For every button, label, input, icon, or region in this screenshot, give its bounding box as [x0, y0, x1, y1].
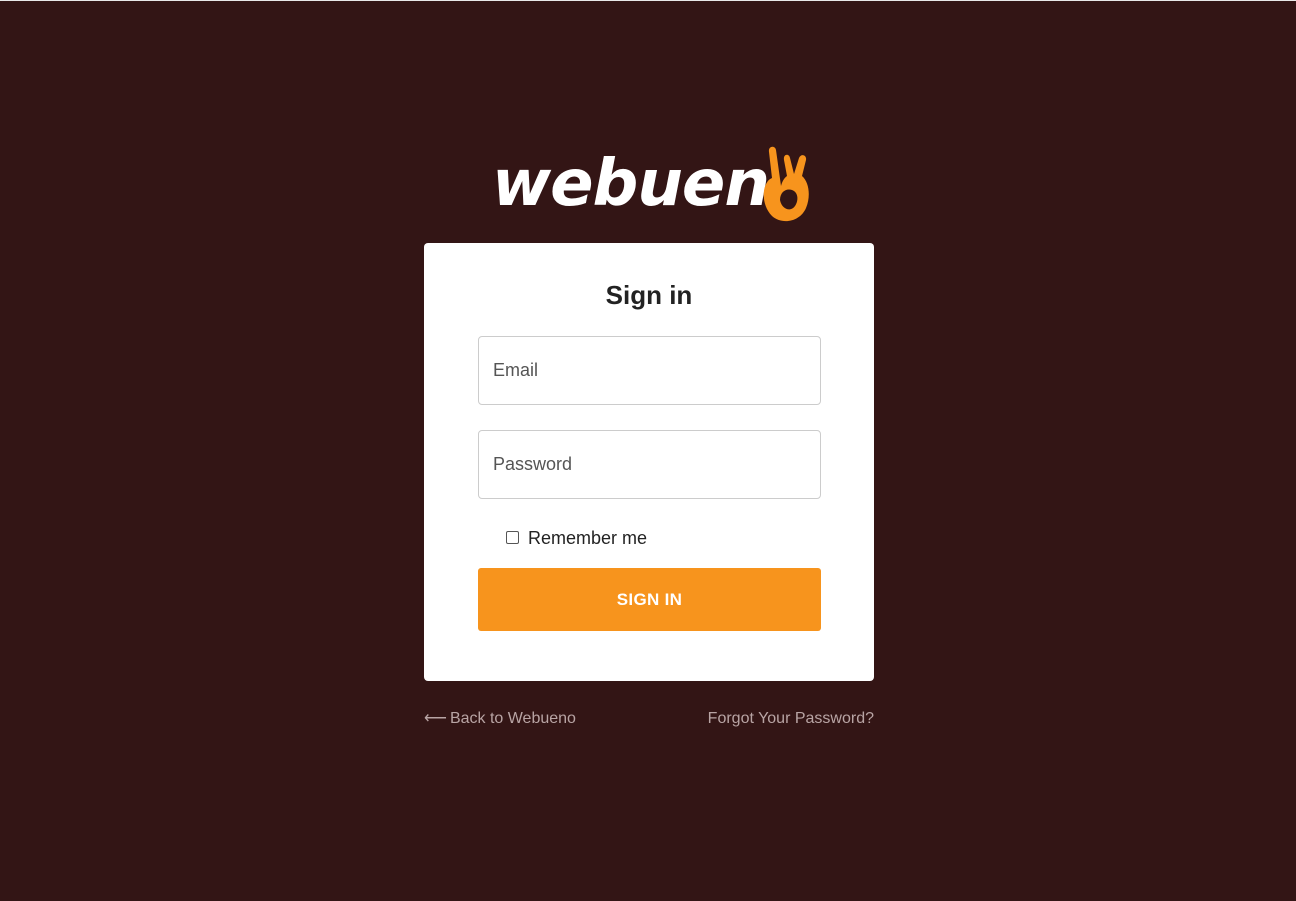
- forgot-password-link[interactable]: Forgot Your Password?: [708, 709, 874, 729]
- back-to-webueno-link[interactable]: ⟵ Back to Webueno: [424, 709, 576, 729]
- remember-me-label: Remember me: [528, 528, 648, 548]
- arrow-left-icon: ⟵: [424, 710, 447, 727]
- logo-wordmark: webuen: [492, 146, 770, 222]
- checkbox-unchecked-icon[interactable]: [506, 530, 519, 544]
- ok-hand-icon: [763, 146, 809, 222]
- remember-me-checkbox[interactable]: Remember me: [505, 526, 647, 548]
- back-link-label: Back to Webueno: [449, 710, 576, 727]
- sign-in-button[interactable]: SIGN IN: [478, 568, 821, 631]
- logo-wordmark-main: webuen: [492, 147, 770, 221]
- email-field[interactable]: [478, 336, 821, 405]
- webueno-logo[interactable]: webuen: [486, 142, 816, 226]
- top-border: [0, 0, 1296, 1]
- password-field[interactable]: [478, 430, 821, 499]
- sign-in-title: Sign in: [605, 280, 693, 310]
